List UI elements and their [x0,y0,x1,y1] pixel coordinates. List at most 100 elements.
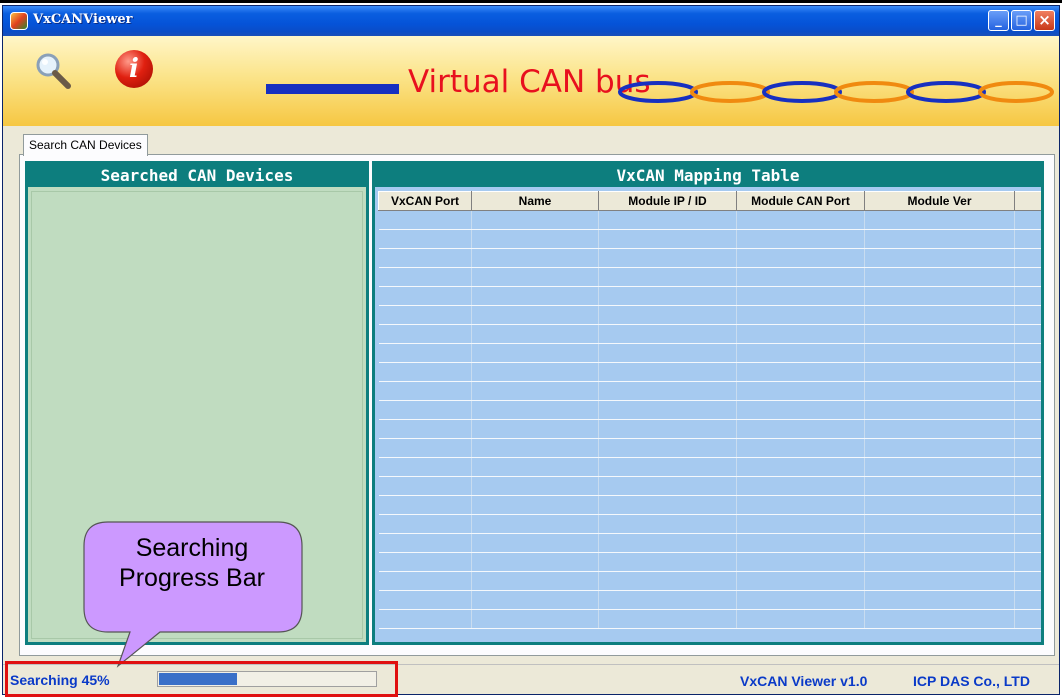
table-row[interactable] [378,571,1041,591]
table-cell [378,229,472,249]
table-cell [864,533,1015,553]
table-row[interactable] [378,533,1041,553]
table-cell [378,362,472,382]
table-cell [864,457,1015,477]
table-row[interactable] [378,229,1041,249]
table-row[interactable] [378,552,1041,572]
table-row[interactable] [378,495,1041,515]
table-row[interactable] [378,324,1041,344]
table-cell [736,381,865,401]
table-cell [598,286,737,306]
maximize-button[interactable]: □ [1011,10,1032,31]
table-cell [736,571,865,591]
table-cell [864,400,1015,420]
table-row[interactable] [378,343,1041,363]
table-row[interactable] [378,286,1041,306]
table-cell [598,267,737,287]
table-cell [1014,457,1041,477]
table-header-row: VxCAN Port Name Module IP / ID Module CA… [378,191,1041,211]
column-header-vxcan-port[interactable]: VxCAN Port [378,191,472,211]
table-cell [736,210,865,230]
table-row[interactable] [378,210,1041,230]
table-cell [1014,419,1041,439]
app-icon[interactable] [10,12,28,30]
table-cell [598,305,737,325]
table-cell [378,590,472,610]
table-cell [598,590,737,610]
table-cell [736,590,865,610]
column-header-module-ver[interactable]: Module Ver [864,191,1015,211]
table-cell [598,457,737,477]
table-cell [736,343,865,363]
table-cell [471,210,599,230]
table-row[interactable] [378,609,1041,629]
table-cell [1014,495,1041,515]
searched-devices-header: Searched CAN Devices [28,164,366,187]
table-row[interactable] [378,438,1041,458]
title-bar[interactable]: VxCANViewer _ □ × [3,6,1059,36]
table-cell [471,324,599,344]
table-cell [598,381,737,401]
table-cell [864,362,1015,382]
close-button[interactable]: × [1034,10,1055,31]
table-row[interactable] [378,267,1041,287]
bus-line-graphic [266,84,399,94]
table-cell [598,400,737,420]
table-row[interactable] [378,419,1041,439]
table-cell [471,571,599,591]
table-row[interactable] [378,362,1041,382]
table-cell [471,286,599,306]
banner-title: Virtual CAN bus [408,64,651,100]
table-cell [378,324,472,344]
table-row[interactable] [378,457,1041,477]
table-cell [736,267,865,287]
table-cell [736,286,865,306]
table-row[interactable] [378,381,1041,401]
column-header-name[interactable]: Name [471,191,599,211]
table-cell [864,609,1015,629]
table-cell [598,609,737,629]
table-cell [471,362,599,382]
mapping-table-grid[interactable]: VxCAN Port Name Module IP / ID Module CA… [378,191,1041,642]
table-cell [471,381,599,401]
column-header-module-can-port[interactable]: Module CAN Port [736,191,865,211]
table-row[interactable] [378,305,1041,325]
table-cell [736,457,865,477]
mapping-table-header: VxCAN Mapping Table [375,164,1041,187]
table-cell [378,286,472,306]
table-row[interactable] [378,476,1041,496]
table-cell [1014,514,1041,534]
table-row[interactable] [378,514,1041,534]
table-cell [736,438,865,458]
table-cell [378,248,472,268]
table-cell [378,400,472,420]
table-cell [864,381,1015,401]
table-cell [598,324,737,344]
table-cell [471,476,599,496]
table-cell [378,552,472,572]
table-cell [1014,248,1041,268]
table-cell [471,400,599,420]
table-cell [1014,533,1041,553]
column-header-module-ip-id[interactable]: Module IP / ID [598,191,737,211]
company-label: ICP DAS Co., LTD [913,673,1030,689]
table-cell [864,438,1015,458]
table-cell [598,438,737,458]
table-cell [378,305,472,325]
table-cell [598,229,737,249]
table-cell [598,210,737,230]
table-cell [1014,324,1041,344]
minimize-button[interactable]: _ [988,10,1009,31]
table-row[interactable] [378,248,1041,268]
table-cell [471,590,599,610]
info-icon[interactable]: i [115,50,153,88]
table-cell [736,324,865,344]
search-icon[interactable] [33,51,73,91]
table-cell [864,552,1015,572]
progress-highlight-box [5,661,398,697]
table-cell [864,476,1015,496]
table-row[interactable] [378,590,1041,610]
table-row[interactable] [378,400,1041,420]
tab-search-can-devices[interactable]: Search CAN Devices [23,134,148,156]
table-cell [471,343,599,363]
